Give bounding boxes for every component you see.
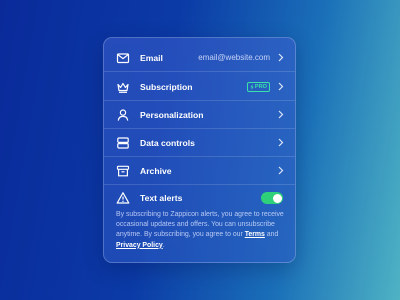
chevron-right-icon xyxy=(277,166,285,176)
archive-label: Archive xyxy=(140,165,172,176)
server-icon xyxy=(116,136,130,150)
text-alerts-toggle[interactable] xyxy=(261,192,283,204)
archive-row[interactable]: Archive xyxy=(104,157,295,185)
crown-icon xyxy=(116,80,130,94)
bolt-icon xyxy=(250,83,254,90)
subscription-label: Subscription xyxy=(140,81,193,92)
chevron-right-icon xyxy=(277,53,285,63)
personalization-label: Personalization xyxy=(140,109,204,120)
alerts-description: By subscribing to Zappicon alerts, you a… xyxy=(116,210,288,251)
data-controls-row[interactable]: Data controls xyxy=(104,129,295,157)
pro-badge: PRO xyxy=(246,81,270,92)
warning-triangle-icon xyxy=(116,191,130,205)
text-alerts-row: Text alerts xyxy=(104,186,295,210)
data-controls-label: Data controls xyxy=(140,137,195,148)
archive-box-icon xyxy=(116,164,130,178)
privacy-policy-link[interactable]: Privacy Policy xyxy=(116,242,163,249)
chevron-right-icon xyxy=(277,110,285,120)
email-label: Email xyxy=(140,52,163,63)
text-alerts-label: Text alerts xyxy=(140,193,183,203)
pro-badge-text: PRO xyxy=(254,83,267,90)
and-text: and xyxy=(266,231,279,239)
personalization-row[interactable]: Personalization xyxy=(104,101,295,129)
period-text: . xyxy=(162,241,165,249)
chevron-right-icon xyxy=(277,82,285,92)
chevron-right-icon xyxy=(277,138,285,148)
email-row[interactable]: Email email@website.com xyxy=(104,44,295,72)
terms-link[interactable]: Terms xyxy=(245,231,265,238)
email-value: email@website.com xyxy=(198,53,270,62)
settings-card: Email email@website.com Subscription PRO… xyxy=(103,37,296,263)
envelope-icon xyxy=(116,51,130,65)
user-icon xyxy=(116,108,130,122)
toggle-knob xyxy=(272,193,282,203)
subscription-row[interactable]: Subscription PRO xyxy=(104,73,295,101)
